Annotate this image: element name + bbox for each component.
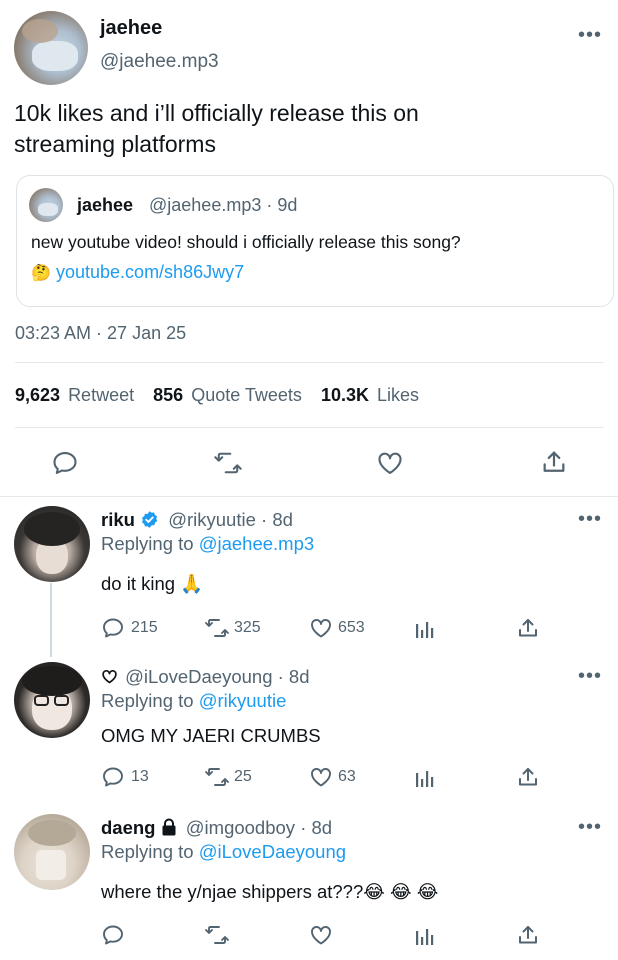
reply-header: @iLoveDaeyoung · 8d [101, 666, 310, 688]
more-options-icon[interactable]: ••• [578, 509, 602, 529]
like-count[interactable]: 10.3K [321, 385, 369, 405]
retweet-count: 325 [234, 619, 261, 636]
verified-badge-icon [142, 511, 158, 528]
tweet-text-line-2: streaming platforms [14, 131, 216, 157]
reply-icon[interactable] [101, 616, 125, 640]
reply-author-name[interactable]: riku [101, 509, 135, 530]
thread-line [50, 583, 52, 657]
reply-handle-time[interactable]: @rikyuutie · 8d [168, 509, 293, 530]
quote-label[interactable]: Quote Tweets [191, 385, 302, 405]
like-count: 63 [338, 768, 356, 785]
replying-to-link[interactable]: @jaehee.mp3 [199, 533, 314, 554]
retweet-icon[interactable] [213, 449, 243, 477]
reply-count: 215 [131, 619, 158, 636]
replying-to: Replying to @jaehee.mp3 [101, 533, 315, 554]
author-handle[interactable]: @jaehee.mp3 [100, 51, 219, 73]
like-icon[interactable] [376, 449, 404, 477]
like-label[interactable]: Likes [377, 385, 419, 405]
analytics-icon[interactable] [414, 925, 436, 947]
share-icon[interactable] [516, 616, 540, 640]
quote-count[interactable]: 856 [153, 385, 183, 405]
retweet-count: 25 [234, 768, 252, 785]
like-icon[interactable] [309, 923, 333, 947]
stats-row: 9,623 Retweet 856 Quote Tweets 10.3K Lik… [15, 385, 419, 406]
retweet-icon[interactable] [204, 765, 230, 789]
analytics-icon[interactable] [414, 618, 436, 640]
replying-to-link[interactable]: @iLoveDaeyoung [199, 841, 346, 862]
analytics-icon[interactable] [414, 767, 436, 789]
reply-text: OMG MY JAERI CRUMBS [101, 725, 321, 746]
share-icon[interactable] [516, 765, 540, 789]
avatar[interactable] [14, 814, 90, 890]
reply-icon[interactable] [101, 923, 125, 947]
more-options-icon[interactable]: ••• [578, 666, 602, 686]
reply-handle-time[interactable]: @imgoodboy · 8d [186, 817, 332, 838]
reply-count: 13 [131, 768, 149, 785]
more-options-icon[interactable]: ••• [578, 817, 602, 837]
replying-to-link[interactable]: @rikyuutie [199, 690, 287, 711]
reply-header: riku @rikyuutie · 8d [101, 509, 293, 531]
retweet-count[interactable]: 9,623 [15, 385, 60, 405]
quoted-tweet-card[interactable]: jaehee @jaehee.mp3 · 9d new youtube vide… [16, 175, 614, 307]
retweet-icon[interactable] [204, 616, 230, 640]
replying-to: Replying to @iLoveDaeyoung [101, 841, 347, 862]
retweet-label[interactable]: Retweet [68, 385, 134, 405]
tweet-timestamp[interactable]: 03:23 AM · 27 Jan 25 [15, 323, 186, 344]
tweet-text-line-1: 10k likes and i’ll officially release th… [14, 100, 419, 126]
reply-header: daeng @imgoodboy · 8d [101, 817, 332, 839]
replying-to: Replying to @rikyuutie [101, 690, 287, 711]
more-options-icon[interactable]: ••• [578, 25, 602, 45]
reply-icon[interactable] [51, 449, 79, 477]
like-icon[interactable] [309, 616, 333, 640]
quoted-link[interactable]: youtube.com/sh86Jwy7 [56, 262, 244, 283]
avatar[interactable] [14, 506, 90, 582]
divider [15, 427, 604, 428]
thinking-emoji: 🤔 [31, 265, 51, 282]
lock-icon [162, 818, 176, 836]
reply-text: do it king 🙏 [101, 573, 204, 594]
divider [0, 496, 618, 497]
reply-icon[interactable] [101, 765, 125, 789]
quoted-avatar [29, 188, 63, 222]
retweet-icon[interactable] [204, 923, 230, 947]
quoted-text: new youtube video! should i officially r… [31, 232, 461, 252]
author-name[interactable]: jaehee [100, 17, 162, 40]
reply-text: where the y/njae shippers at???😂 😂 😂 [101, 881, 439, 902]
avatar[interactable] [14, 11, 88, 85]
share-icon[interactable] [516, 923, 540, 947]
like-count: 653 [338, 619, 365, 636]
like-icon[interactable] [309, 765, 333, 789]
share-icon[interactable] [540, 448, 568, 476]
quoted-handle-time: @jaehee.mp3 · 9d [149, 195, 298, 215]
reply-handle-time[interactable]: @iLoveDaeyoung · 8d [125, 666, 309, 687]
heart-outline-icon [102, 669, 117, 684]
divider [15, 362, 604, 363]
reply-author-name[interactable]: daeng [101, 817, 155, 838]
quoted-author-name: jaehee [77, 195, 134, 215]
avatar[interactable] [14, 662, 90, 738]
